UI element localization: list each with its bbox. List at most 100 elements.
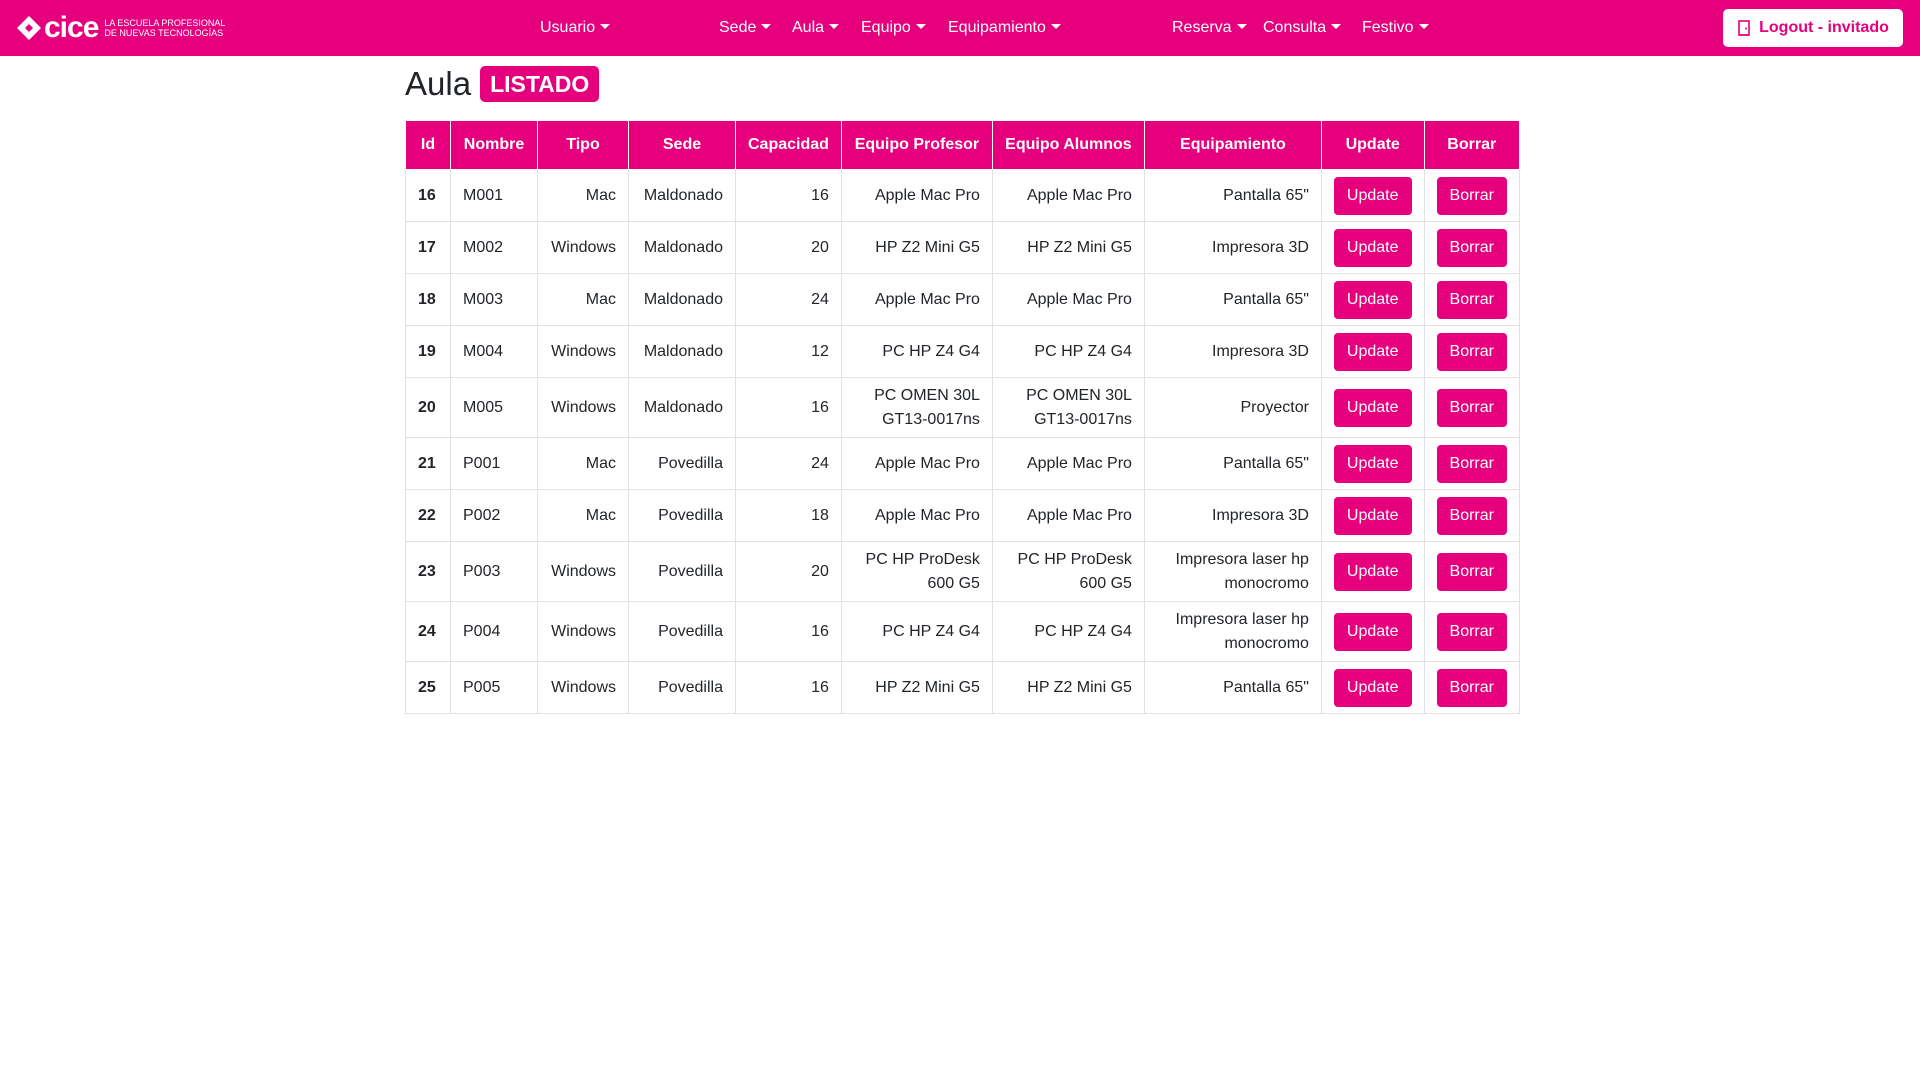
cell-equipamiento: Impresora 3D	[1143, 221, 1322, 274]
borrar-button[interactable]: Borrar	[1436, 444, 1507, 483]
update-button[interactable]: Update	[1333, 280, 1412, 319]
update-button[interactable]: Update	[1333, 552, 1412, 591]
cell-capacidad: 16	[735, 377, 842, 438]
cell-update: Update	[1320, 489, 1425, 542]
table-row: 17 M002 Windows Maldonado 20 HP Z2 Mini G5 HP …	[405, 221, 1520, 274]
borrar-button[interactable]: Borrar	[1436, 668, 1507, 707]
nav-equipo-dropdown[interactable]: Equipo	[861, 16, 926, 40]
top-navbar: cice LA ESCUELA PROFESIONAL DE NUEVAS TE…	[0, 0, 1920, 56]
cell-id: 24	[405, 601, 451, 662]
cell-tipo: Mac	[537, 489, 629, 542]
cell-nombre: P002	[450, 489, 538, 542]
update-button[interactable]: Update	[1333, 176, 1412, 215]
cell-equipo-profesor: HP Z2 Mini G5	[840, 221, 993, 274]
nav-festivo-dropdown[interactable]: Festivo	[1362, 16, 1429, 40]
update-button[interactable]: Update	[1333, 668, 1412, 707]
borrar-button[interactable]: Borrar	[1436, 496, 1507, 535]
borrar-button[interactable]: Borrar	[1436, 176, 1507, 215]
door-icon	[1738, 20, 1750, 36]
borrar-button[interactable]: Borrar	[1436, 228, 1507, 267]
table-row: 22 P002 Mac Povedilla 18 Apple Mac Pro Apple M…	[405, 489, 1520, 542]
nav-reserva-dropdown[interactable]: Reserva	[1172, 16, 1247, 40]
update-button[interactable]: Update	[1333, 388, 1412, 427]
cell-borrar: Borrar	[1423, 601, 1520, 662]
cell-capacidad: 24	[735, 437, 842, 490]
caret-down-icon	[600, 24, 611, 29]
cell-id: 19	[405, 325, 451, 378]
cell-equipo-profesor: Apple Mac Pro	[840, 169, 993, 222]
column-header-id: Id	[405, 120, 451, 170]
cell-capacidad: 20	[735, 221, 842, 274]
update-button[interactable]: Update	[1333, 444, 1412, 483]
cell-nombre: M005	[450, 377, 538, 438]
brand-logo[interactable]: cice LA ESCUELA PROFESIONAL DE NUEVAS TE…	[16, 13, 225, 43]
cell-sede: Maldonado	[628, 169, 736, 222]
cell-update: Update	[1320, 273, 1425, 326]
logout-button[interactable]: Logout - invitado	[1723, 9, 1903, 47]
cell-borrar: Borrar	[1423, 661, 1520, 714]
update-button[interactable]: Update	[1333, 332, 1412, 371]
table-row: 18 M003 Mac Maldonado 24 Apple Mac Pro Apple M…	[405, 273, 1520, 326]
cell-equipo-alumnos: PC HP Z4 G4	[991, 601, 1145, 662]
column-header-tipo: Tipo	[537, 120, 629, 170]
caret-down-icon	[915, 24, 926, 29]
cell-nombre: M004	[450, 325, 538, 378]
cell-equipamiento: Impresora laser hp monocromo	[1143, 541, 1322, 602]
cell-id: 17	[405, 221, 451, 274]
borrar-button[interactable]: Borrar	[1436, 552, 1507, 591]
column-header-equipo-profesor: Equipo Profesor	[840, 120, 993, 170]
table-header: Id Nombre Tipo Sede Capacidad Equipo Profesor…	[405, 120, 1520, 170]
cell-sede: Povedilla	[628, 601, 736, 662]
cell-borrar: Borrar	[1423, 541, 1520, 602]
caret-down-icon	[1236, 24, 1247, 29]
page-title: Aula	[405, 65, 472, 102]
cell-update: Update	[1320, 661, 1425, 714]
cell-sede: Maldonado	[628, 377, 736, 438]
cell-equipamiento: Pantalla 65"	[1143, 273, 1322, 326]
borrar-button[interactable]: Borrar	[1436, 332, 1507, 371]
cell-update: Update	[1320, 325, 1425, 378]
cell-sede: Maldonado	[628, 273, 736, 326]
table-header-row: Id Nombre Tipo Sede Capacidad Equipo Profesor…	[405, 120, 1520, 170]
cell-capacidad: 16	[735, 169, 842, 222]
update-button[interactable]: Update	[1333, 496, 1412, 535]
table-row: 21 P001 Mac Povedilla 24 Apple Mac Pro Apple M…	[405, 437, 1520, 490]
borrar-button[interactable]: Borrar	[1436, 612, 1507, 651]
nav-sede-dropdown[interactable]: Sede	[719, 16, 772, 40]
borrar-button[interactable]: Borrar	[1436, 280, 1507, 319]
cell-equipo-alumnos: PC HP ProDesk 600 G5	[991, 541, 1145, 602]
listado-badge: LISTADO	[480, 66, 600, 102]
cell-id: 21	[405, 437, 451, 490]
nav-usuario-label: Usuario	[540, 19, 596, 36]
cell-tipo: Windows	[537, 601, 629, 662]
nav-usuario-dropdown[interactable]: Usuario	[540, 16, 611, 40]
table-row: 16 M001 Mac Maldonado 16 Apple Mac Pro Apple M…	[405, 169, 1520, 222]
cell-equipo-alumnos: Apple Mac Pro	[991, 273, 1145, 326]
update-button[interactable]: Update	[1333, 612, 1412, 651]
brand-tagline-line2: DE NUEVAS TECNOLOGÍAS	[104, 28, 224, 38]
update-button[interactable]: Update	[1333, 228, 1412, 267]
table-row: 25 P005 Windows Povedilla 16 HP Z2 Mini G5 HP …	[405, 661, 1520, 714]
cell-update: Update	[1320, 541, 1425, 602]
cell-sede: Povedilla	[628, 437, 736, 490]
cell-sede: Povedilla	[628, 489, 736, 542]
nav-consulta-dropdown[interactable]: Consulta	[1263, 16, 1342, 40]
cice-logo-icon	[17, 16, 41, 40]
cell-equipamiento: Impresora 3D	[1143, 489, 1322, 542]
cell-tipo: Windows	[537, 325, 629, 378]
cell-equipo-alumnos: HP Z2 Mini G5	[991, 221, 1145, 274]
cell-sede: Povedilla	[628, 661, 736, 714]
cell-equipo-profesor: Apple Mac Pro	[840, 273, 993, 326]
cell-equipo-profesor: PC HP Z4 G4	[840, 325, 993, 378]
borrar-button[interactable]: Borrar	[1436, 388, 1507, 427]
nav-equipamiento-dropdown[interactable]: Equipamiento	[948, 16, 1061, 40]
caret-down-icon	[1331, 24, 1342, 29]
nav-reserva-label: Reserva	[1172, 19, 1232, 36]
cell-nombre: P004	[450, 601, 538, 662]
cell-borrar: Borrar	[1423, 273, 1520, 326]
nav-consulta-label: Consulta	[1263, 19, 1327, 36]
caret-down-icon	[1050, 24, 1061, 29]
nav-aula-dropdown[interactable]: Aula	[792, 16, 840, 40]
brand-wordmark: cice	[44, 11, 99, 44]
column-header-borrar: Borrar	[1423, 120, 1520, 170]
